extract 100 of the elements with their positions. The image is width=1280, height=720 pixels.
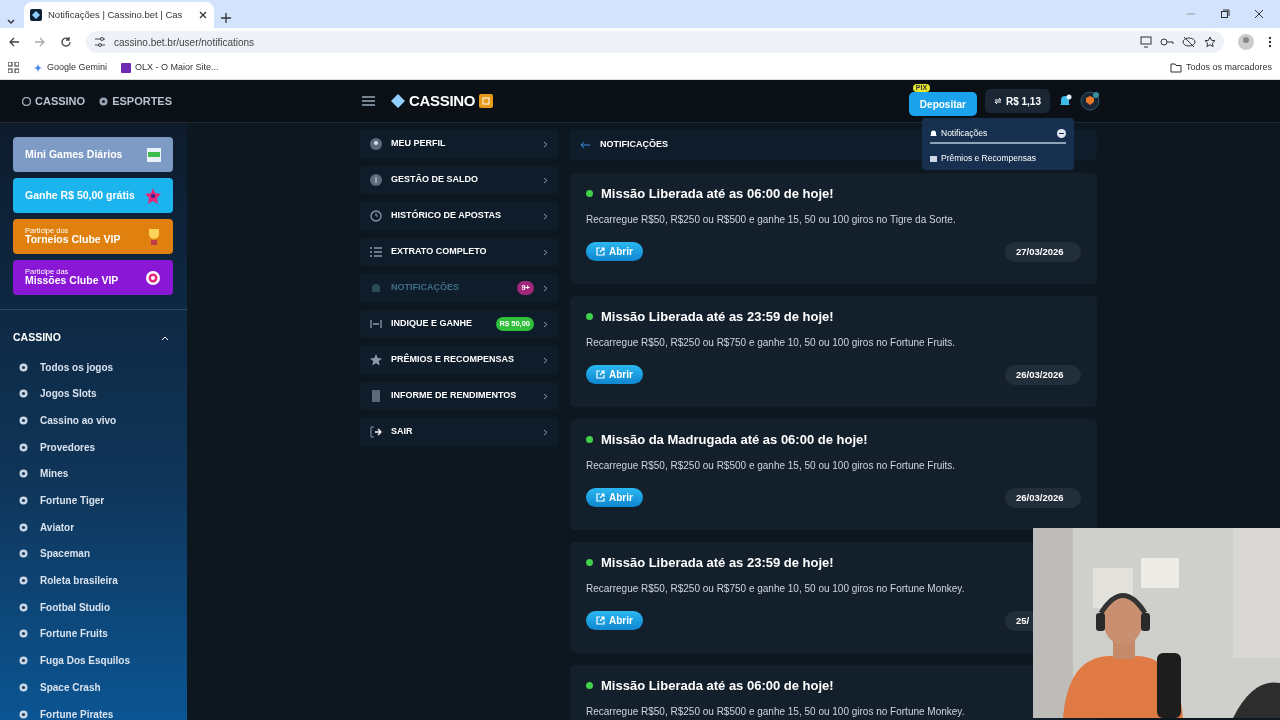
refresh-icon bbox=[993, 97, 1002, 105]
sidebar-item[interactable]: Fortune Fruits bbox=[13, 620, 173, 648]
user-icon bbox=[370, 138, 382, 150]
star-icon bbox=[370, 354, 382, 366]
tab-title: Notificações | Cassino.bet | Cas bbox=[48, 7, 184, 22]
eye-slash-icon[interactable] bbox=[1182, 36, 1196, 48]
sidebar-item[interactable]: Todos os jogos bbox=[13, 353, 173, 381]
address-bar[interactable]: cassino.bet.br/user/notifications bbox=[86, 31, 1224, 53]
monitor-icon[interactable] bbox=[1140, 36, 1152, 48]
menu-icon[interactable] bbox=[362, 96, 375, 106]
sidebar-item[interactable]: Aviator bbox=[13, 513, 173, 541]
notification-text: Recarregue R$50, R$250 ou R$750 e ganhe 10, 50 ou 100 giros no Fortune Monkey. bbox=[586, 582, 966, 595]
notification-text: Recarregue R$50, R$250 ou R$750 e ganhe 10, 50 ou 100 giros no Fortune Fruits. bbox=[586, 336, 957, 349]
bookmark[interactable]: OLX - O Maior Site... bbox=[121, 60, 219, 75]
site-settings-icon[interactable] bbox=[94, 36, 106, 48]
game-chip-icon bbox=[19, 629, 28, 639]
menu-item[interactable]: SAIR bbox=[360, 418, 558, 446]
notification-title: Missão Liberada até as 23:59 de hoje! bbox=[601, 308, 834, 326]
document-icon bbox=[370, 390, 382, 402]
nav-tab[interactable]: ESPORTES bbox=[99, 92, 173, 110]
sidebar-item[interactable]: Jogos Slots bbox=[13, 380, 173, 408]
close-icon[interactable] bbox=[1254, 9, 1264, 19]
back-arrow-icon[interactable] bbox=[580, 141, 590, 149]
history-icon bbox=[370, 210, 382, 222]
menu-item[interactable]: GESTÃO DE SALDO bbox=[360, 166, 558, 194]
avatar-icon[interactable] bbox=[1080, 91, 1100, 111]
section-header[interactable]: CASSINO bbox=[13, 330, 173, 346]
back-icon[interactable] bbox=[8, 36, 20, 48]
game-chip-icon bbox=[19, 682, 28, 692]
game-chip-icon bbox=[19, 442, 28, 452]
sidebar-item[interactable]: Provedores bbox=[13, 433, 173, 461]
menu-item[interactable]: HISTÓRICO DE APOSTAS bbox=[360, 202, 558, 230]
notification-title: Missão da Madrugada até as 06:00 de hoje! bbox=[601, 431, 868, 449]
sidebar-item[interactable]: Fortune Tiger bbox=[13, 487, 173, 514]
notification-text: Recarregue R$50, R$250 ou R$500 e ganhe 15, 50 ou 100 giros no Tigre da Sorte. bbox=[586, 213, 957, 226]
ball-icon bbox=[99, 96, 109, 106]
game-chip-icon bbox=[19, 522, 28, 532]
chevron-right-icon bbox=[543, 140, 548, 148]
apps-icon[interactable] bbox=[8, 62, 19, 73]
bookmark[interactable]: Google Gemini bbox=[33, 60, 108, 75]
trophy-icon bbox=[147, 227, 161, 246]
chevron-right-icon bbox=[543, 176, 548, 184]
menu-item[interactable]: INFORME DE RENDIMENTOS bbox=[360, 382, 558, 410]
sidebar-item[interactable]: Footbal Studio bbox=[13, 593, 173, 621]
badge-icon bbox=[479, 94, 494, 108]
chevron-right-icon bbox=[543, 356, 548, 364]
target-icon bbox=[145, 269, 161, 286]
sidebar-item[interactable]: Mines bbox=[13, 460, 173, 488]
external-link-icon bbox=[596, 370, 605, 380]
chevron-right-icon bbox=[543, 212, 548, 220]
chevron-right-icon bbox=[543, 320, 548, 328]
sidebar-item[interactable]: Space Crash bbox=[13, 674, 173, 701]
game-chip-icon bbox=[19, 656, 28, 666]
sidebar-item[interactable]: Cassino ao vivo bbox=[13, 407, 173, 434]
toggle-icon bbox=[1057, 128, 1066, 138]
url-text: cassino.bet.br/user/notifications bbox=[114, 35, 256, 50]
notification-title: Missão Liberada até as 06:00 de hoje! bbox=[601, 677, 834, 695]
exit-icon bbox=[370, 426, 382, 438]
star-icon[interactable] bbox=[1204, 36, 1216, 48]
sidebar-item[interactable]: Fuga Dos Esquilos bbox=[13, 647, 173, 674]
coin-icon bbox=[370, 174, 382, 186]
close-icon[interactable] bbox=[198, 10, 208, 20]
menu-item[interactable]: PRÊMIOS E RECOMPENSAS bbox=[360, 346, 558, 374]
notification-text: Recarregue R$50, R$250 ou R$500 e ganhe 15, 50 ou 100 giros no Fortune Fruits. bbox=[586, 459, 957, 472]
dropdown-item[interactable]: Notificações bbox=[930, 124, 1066, 144]
game-chip-icon bbox=[19, 549, 28, 559]
game-chip-icon bbox=[19, 602, 28, 612]
key-icon[interactable] bbox=[1160, 36, 1174, 48]
diamond-icon bbox=[391, 94, 405, 108]
nav-tab[interactable]: CASSINO bbox=[22, 92, 86, 110]
chevron-right-icon bbox=[543, 248, 548, 256]
sidebar-item[interactable]: Roleta brasileira bbox=[13, 567, 173, 594]
logo[interactable]: CASSINO bbox=[409, 89, 476, 113]
sidebar-item[interactable]: Fortune Pirates bbox=[13, 700, 173, 720]
date-label: 27/03/2026 bbox=[1005, 241, 1081, 262]
more-icon[interactable] bbox=[1268, 36, 1272, 48]
external-link-icon bbox=[596, 616, 605, 626]
link-icon bbox=[370, 318, 382, 330]
game-chip-icon bbox=[19, 469, 28, 479]
promo-title: Torneios Clube VIP bbox=[25, 234, 121, 246]
site-icon bbox=[30, 9, 42, 21]
browser-tab[interactable]: Notificações | Cassino.bet | Cas bbox=[24, 2, 214, 28]
menu-item[interactable]: MEU PERFIL bbox=[360, 130, 558, 158]
site-icon bbox=[121, 62, 132, 73]
date-label: 26/03/2026 bbox=[1005, 487, 1081, 508]
bookmark-folder[interactable]: Todos os marcadores bbox=[1169, 60, 1272, 75]
date-label: 26/03/2026 bbox=[1005, 364, 1081, 385]
balance-button[interactable]: R$ 1,13 bbox=[984, 89, 1050, 113]
notification-title: Missão Liberada até as 23:59 de hoje! bbox=[601, 554, 834, 572]
profile-avatar-icon[interactable] bbox=[1238, 34, 1254, 50]
game-chip-icon bbox=[19, 576, 28, 586]
restore-icon[interactable] bbox=[1220, 9, 1230, 19]
bell-icon[interactable] bbox=[1058, 94, 1072, 108]
sidebar-item[interactable]: Spaceman bbox=[13, 540, 173, 568]
chevron-up-icon bbox=[161, 334, 169, 341]
reload-icon[interactable] bbox=[60, 36, 72, 48]
chevron-right-icon bbox=[543, 392, 548, 400]
star-icon bbox=[145, 187, 161, 204]
menu-item[interactable]: EXTRATO COMPLETO bbox=[360, 238, 558, 266]
promo-title: Ganhe R$ 50,00 grátis bbox=[25, 189, 135, 202]
